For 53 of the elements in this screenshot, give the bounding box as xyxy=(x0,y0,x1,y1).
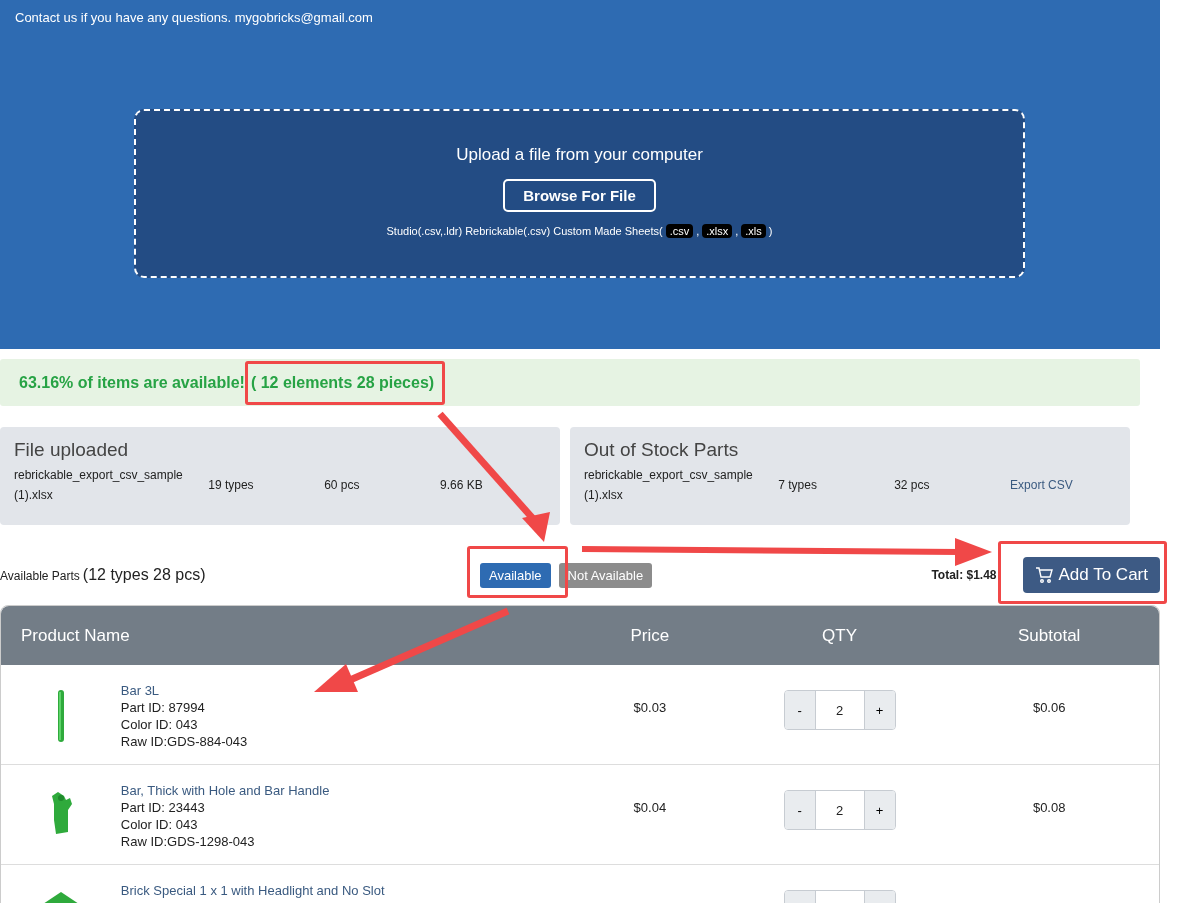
bar-part-drawing xyxy=(56,690,65,742)
quantity-field[interactable]: 2 xyxy=(814,791,865,829)
subtotal-text: $0.06 xyxy=(1032,700,1066,715)
type-count: 7 types xyxy=(777,478,818,492)
formats-note: Studio(.csv,.ldr) Rebrickable(.csv) Custom Made Sheets( xyxy=(386,225,663,237)
cart-icon xyxy=(1034,566,1053,584)
part-id: Part ID: 87994 xyxy=(120,699,206,716)
column-header: Price xyxy=(629,625,671,646)
product-name-link[interactable]: Bar, Thick with Hole and Bar Handle xyxy=(120,782,561,799)
type-count: 19 types xyxy=(207,478,255,492)
price-text: $0.04 xyxy=(633,800,667,815)
availability-counts: ( 12 elements 28 pieces) xyxy=(249,373,435,392)
piece-count: 32 pcs xyxy=(893,478,931,492)
raw-id: Raw ID:GDS-1298-043 xyxy=(120,833,256,850)
product-name-link[interactable]: Brick Special 1 x 1 with Headlight and No Slot xyxy=(120,882,561,899)
card-title: Out of Stock Parts xyxy=(584,439,740,461)
formats-note-end: ) xyxy=(768,225,773,237)
format-tag: .xlsx xyxy=(702,224,733,238)
column-header: Subtotal xyxy=(1017,625,1082,646)
export-csv-link[interactable]: Export CSV xyxy=(1000,478,1116,492)
increase-button[interactable]: + xyxy=(864,791,895,829)
color-id: Color ID: 043 xyxy=(120,716,199,733)
file-name: rebrickable_export_csv_sample (1).xlsx xyxy=(14,467,184,504)
file-name: rebrickable_export_csv_sample (1).xlsx xyxy=(584,467,754,504)
total-text: Total: $1.48 xyxy=(931,568,997,582)
contact-text: Contact us if you have any questions. mygobricks@gmail.com xyxy=(15,10,374,25)
card-title: File uploaded xyxy=(14,439,130,461)
raw-id: Raw ID:GDS-884-043 xyxy=(120,733,249,750)
color-id: Color ID: 043 xyxy=(120,816,199,833)
column-header: QTY xyxy=(821,625,859,646)
separator-text: , xyxy=(735,225,739,237)
decrease-button[interactable]: - xyxy=(784,791,815,829)
file-size: 9.66 KB xyxy=(439,478,484,492)
product-name-link[interactable]: Bar 3L xyxy=(120,682,561,699)
section-count: (12 types 28 pcs) xyxy=(82,566,206,584)
part-id: Part ID: 23443 xyxy=(120,799,206,816)
price-text: $0.03 xyxy=(633,700,667,715)
availability-text: 63.16% of items are available! xyxy=(19,373,245,392)
format-tag: .xls xyxy=(741,224,766,238)
decrease-button[interactable]: - xyxy=(784,691,815,729)
piece-count: 60 pcs xyxy=(323,478,361,492)
separator-text: , xyxy=(696,225,700,237)
quantity-field[interactable]: 2 xyxy=(814,691,865,729)
section-label: Available Parts xyxy=(0,569,80,583)
column-header: Product Name xyxy=(20,625,131,646)
filter-tab[interactable]: Available xyxy=(480,562,551,588)
format-tag: .csv xyxy=(665,224,694,238)
add-to-cart-button[interactable]: Add To Cart xyxy=(1022,557,1160,593)
upload-title: Upload a file from your computer xyxy=(456,145,703,165)
subtotal-text: $0.08 xyxy=(1032,800,1066,815)
browse-button[interactable]: Browse For File xyxy=(503,179,656,212)
increase-button[interactable]: + xyxy=(864,691,895,729)
upload-dropzone[interactable]: Upload a file from your computer Browse For File Studio(.csv,.ldr) Rebrickable(.csv) Custom Made Sheets( .csv , .xlsx , .xls ) xyxy=(134,109,1025,278)
